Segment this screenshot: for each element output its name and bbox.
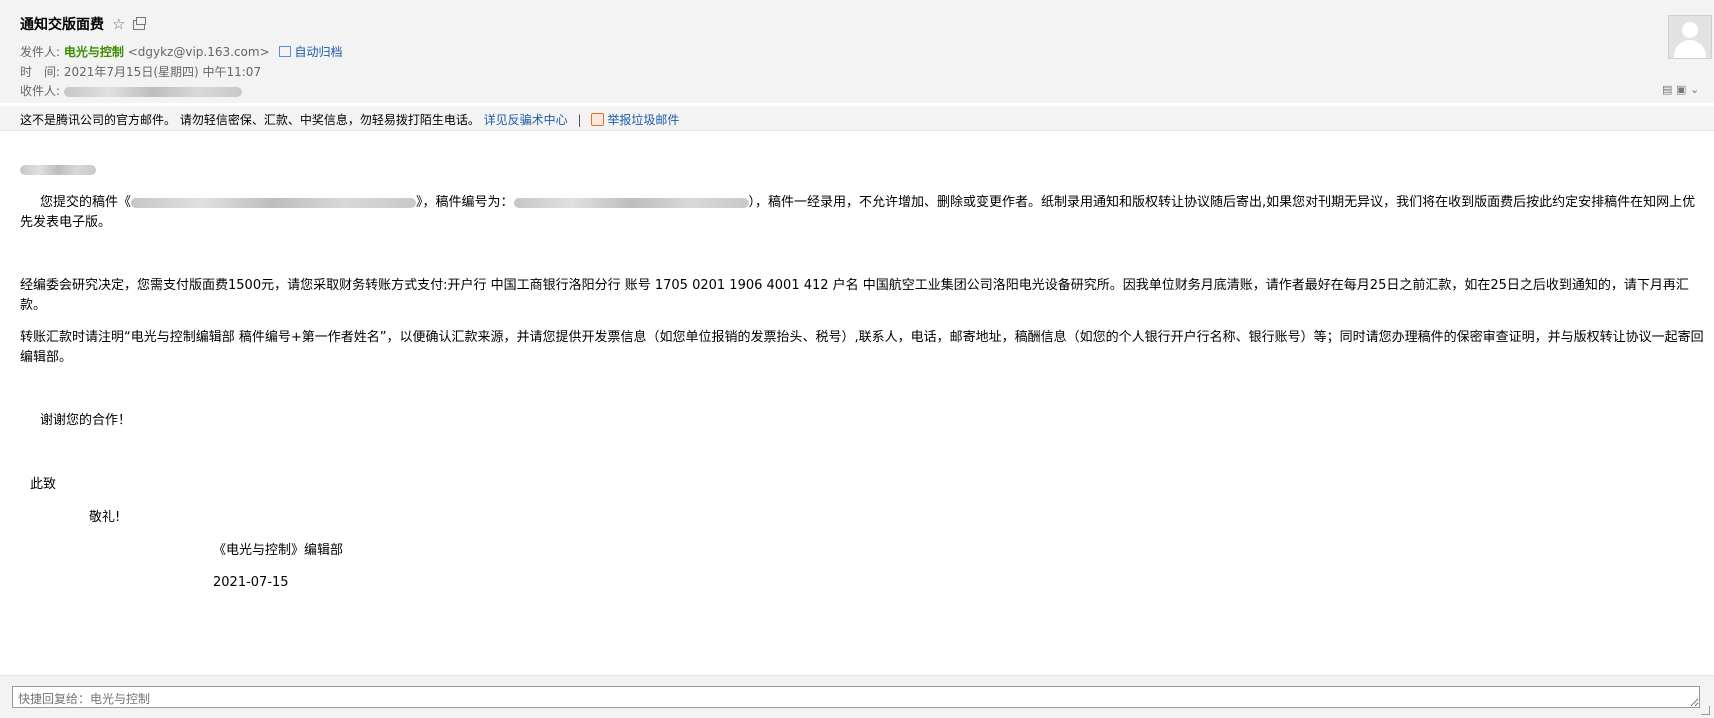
auto-archive-label: 自动归档 (294, 45, 343, 59)
paragraph-2: 经编委会研究决定，您需支付版面费1500元，请您采取财务转账方式支付:开户行 中… (20, 278, 1689, 313)
email-header: 通知交版面费 ☆ 发件人: 电光与控制 <dgykz@vip.163.com> … (0, 0, 1714, 103)
greeting-redacted (20, 160, 96, 180)
avatar-body-shape (1674, 40, 1706, 58)
closing-jingli: 敬礼! (89, 510, 121, 525)
time-value: 2021年7月15日(星期四) 中午11:07 (63, 65, 262, 79)
archive-icon (279, 46, 292, 57)
warning-separator: | (577, 113, 582, 127)
quick-reply-bar (0, 675, 1714, 718)
paragraph-1: 您提交的稿件《 》，稿件编号为： ），稿件一经录用，不允许增加、删除或变更作者。纸制… (20, 193, 1705, 233)
manuscript-title-blur (131, 197, 417, 208)
report-icon (591, 113, 605, 126)
note-icon[interactable]: ▤ (1662, 83, 1672, 96)
manuscript-id-blur (513, 197, 749, 208)
closing-cizhi: 此致 (30, 477, 57, 492)
paragraph-3: 转账汇款时请注明“电光与控制编辑部 稿件编号+第一作者姓名”，以便确认汇款来源，… (20, 330, 1704, 365)
recipient-redacted (63, 86, 242, 97)
para1-mid: 》，稿件编号为： (416, 195, 514, 210)
resize-handle-icon[interactable] (1701, 706, 1710, 715)
sender-label: 发件人: (20, 45, 61, 59)
recipient-label: 收件人: (20, 84, 61, 98)
time-row: 时 间: 2021年7月15日(星期四) 中午11:07 (20, 63, 261, 80)
para1-start: 您提交的稿件《 (40, 195, 132, 210)
avatar[interactable] (1668, 15, 1712, 59)
anti-fraud-link[interactable]: 详见反骗术中心 (484, 113, 568, 127)
warning-text: 这不是腾讯公司的官方邮件。 请勿轻信密保、汇款、中奖信息，勿轻易拨打陌生电话。 (20, 113, 480, 127)
print-icon[interactable]: ▣ (1676, 83, 1686, 96)
subject-text: 通知交版面费 (20, 17, 104, 33)
sender-name[interactable]: 电光与控制 (64, 45, 124, 59)
expand-icon[interactable]: ⌄ (1690, 83, 1700, 96)
time-label: 时 间: (20, 65, 61, 79)
auto-archive-link[interactable]: 自动归档 (279, 45, 342, 59)
header-tools: ▤ ▣ ⌄ (1662, 83, 1700, 96)
signature-date: 2021-07-15 (213, 575, 289, 590)
security-warning-bar: 这不是腾讯公司的官方邮件。 请勿轻信密保、汇款、中奖信息，勿轻易拨打陌生电话。 … (0, 106, 1714, 131)
greeting-blur (20, 164, 96, 175)
email-subject: 通知交版面费 ☆ (20, 14, 147, 34)
open-new-window-icon[interactable] (133, 17, 147, 30)
thanks-text: 谢谢您的合作！ (40, 413, 132, 428)
signature: 《电光与控制》编辑部 (213, 543, 344, 558)
quick-reply-input[interactable] (12, 686, 1700, 708)
star-icon[interactable]: ☆ (112, 15, 125, 33)
recipient-row: 收件人: (20, 82, 242, 99)
report-spam-link[interactable]: 举报垃圾邮件 (607, 113, 679, 127)
sender-address: <dgykz@vip.163.com> (127, 45, 270, 59)
avatar-head-shape (1682, 22, 1698, 38)
sender-row: 发件人: 电光与控制 <dgykz@vip.163.com> 自动归档 (20, 43, 342, 60)
